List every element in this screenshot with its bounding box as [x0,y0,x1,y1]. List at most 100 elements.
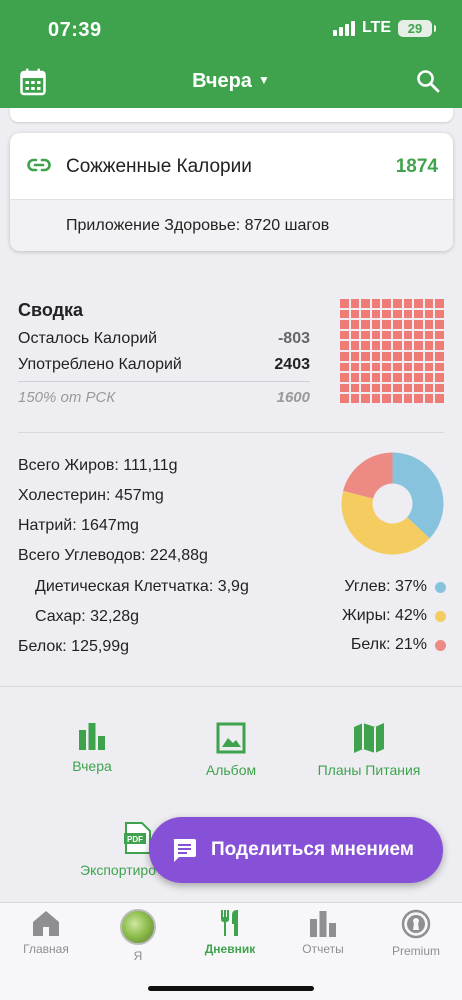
waffle-cell [371,362,381,372]
waffle-cell [424,383,434,393]
waffle-cell [393,330,402,340]
waffle-cell [424,362,434,372]
feedback-button[interactable]: Поделиться мнением [149,817,443,883]
home-icon [33,911,59,936]
waffle-cell [350,299,360,308]
waffle-cell [414,299,423,308]
legend-carbs: Углев: 37% [344,578,446,596]
burned-calories-label: Сожженные Калории [66,156,252,177]
waffle-cell [435,352,444,361]
rdi-row: 150% от РСК 1600 [18,389,310,406]
consumed-calories-value: 2403 [274,356,310,373]
waffle-cell [382,394,391,403]
waffle-cell [350,341,360,350]
waffle-cell [414,352,423,361]
waffle-cell [371,373,381,382]
waffle-cell [361,341,370,350]
waffle-cell [393,299,402,308]
premium-badge-icon [401,909,431,939]
waffle-cell [424,330,434,340]
waffle-cell [361,394,370,403]
waffle-cell [414,394,423,403]
calorie-waffle-chart [340,299,444,403]
tab-reports-label: Отчеты [302,942,344,956]
waffle-cell [382,299,391,308]
waffle-cell [414,362,423,372]
health-steps-text: Приложение Здоровье: 8720 шагов [66,217,330,234]
waffle-cell [340,394,349,403]
summary-divider [18,381,310,382]
waffle-cell [382,352,391,361]
waffle-cell [435,299,444,308]
nutrient-sodium: Натрий: 1647mg [18,517,139,534]
waffle-cell [414,320,423,329]
network-label: LTE [361,19,391,36]
waffle-cell [435,362,444,372]
waffle-cell [340,362,349,372]
top-bar: 07:39 LTE 29 Вчера ▼ [0,0,462,108]
waffle-cell [424,352,434,361]
waffle-cell [371,320,381,329]
waffle-cell [435,309,444,319]
action-album[interactable]: Альбом [186,722,276,778]
tab-home[interactable]: Главная [6,909,86,956]
tab-diary-label: Дневник [204,942,256,956]
previous-card-edge [10,108,453,122]
waffle-cell [382,383,391,393]
waffle-cell [403,352,413,361]
burned-calories-row[interactable]: Сожженные Калории 1874 [10,133,453,199]
consumed-calories-label: Употреблено Калорий [18,356,182,373]
waffle-cell [435,320,444,329]
waffle-cell [350,394,360,403]
action-yesterday[interactable]: Вчера [52,722,132,774]
action-export-label: Экспортиро [80,862,156,878]
waffle-cell [350,362,360,372]
legend-fat-label: Жиры: 42% [341,607,427,624]
tab-premium[interactable]: Premium [376,909,456,958]
waffle-cell [424,309,434,319]
waffle-cell [371,330,381,340]
donut-slice-protein [343,452,393,499]
waffle-cell [371,352,381,361]
tab-me[interactable]: Я [98,909,178,963]
search-icon[interactable] [416,69,440,93]
nutrient-total-carbs: Всего Углеводов: 224,88g [18,547,208,564]
nutrient-fiber: Диетическая Клетчатка: 3,9g [35,578,249,595]
rdi-value: 1600 [276,389,310,406]
bar-chart-icon [79,723,105,750]
waffle-cell [435,373,444,382]
waffle-cell [414,309,423,319]
nutrient-total-fat: Всего Жиров: 111,11g [18,457,178,474]
burned-calories-card[interactable]: Сожженные Калории 1874 Приложение Здоров… [10,133,453,251]
battery-icon: 29 [398,19,436,37]
waffle-cell [393,352,402,361]
waffle-cell [361,320,370,329]
remaining-calories-label: Осталось Калорий [18,330,158,347]
waffle-cell [403,341,413,350]
waffle-cell [340,309,349,319]
waffle-cell [371,383,381,393]
waffle-cell [424,373,434,382]
date-selector[interactable]: Вчера ▼ [0,70,462,93]
waffle-cell [424,320,434,329]
legend-protein: Белк: 21% [351,636,446,654]
waffle-cell [403,383,413,393]
tab-reports[interactable]: Отчеты [283,909,363,956]
waffle-cell [393,383,402,393]
waffle-cell [424,299,434,308]
action-meal-plans[interactable]: Планы Питания [309,722,429,778]
waffle-cell [393,362,402,372]
waffle-cell [361,362,370,372]
home-indicator [148,986,314,991]
waffle-cell [435,330,444,340]
tab-diary[interactable]: Дневник [190,909,270,956]
summary-title: Сводка [18,300,84,320]
action-yesterday-label: Вчера [72,758,112,774]
fat-dot [435,610,446,622]
remaining-calories-row: Осталось Калорий -803 [18,330,310,348]
tab-me-label: Я [133,949,143,963]
burned-calories-value: 1874 [395,156,438,177]
tab-premium-label: Premium [391,944,440,958]
waffle-cell [340,320,349,329]
waffle-cell [340,330,349,340]
